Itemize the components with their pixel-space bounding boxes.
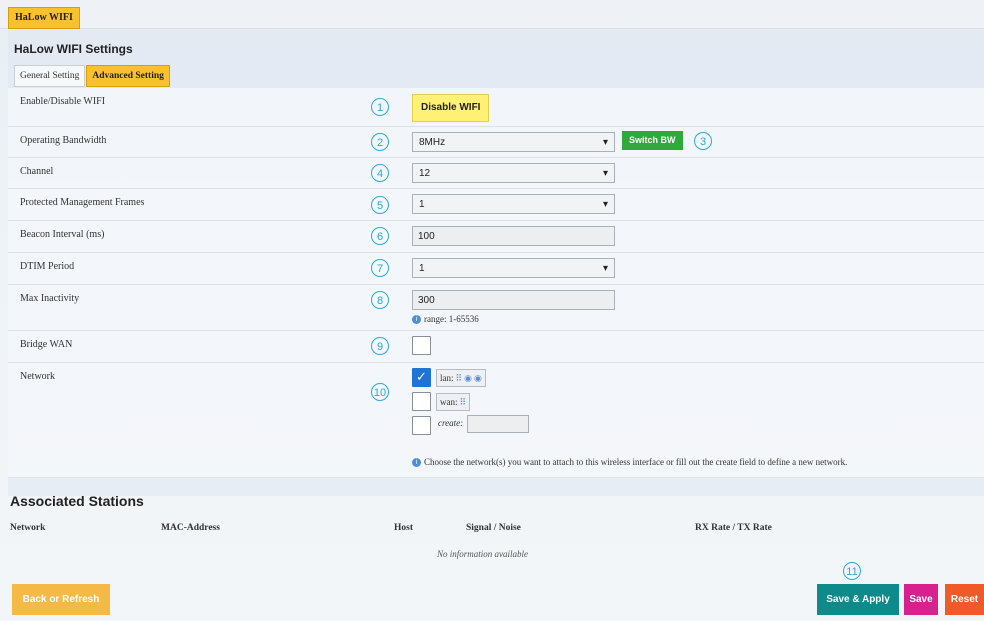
callout-3: 3 — [694, 132, 712, 150]
reset-button[interactable]: Reset — [945, 584, 984, 615]
wan-text: wan: — [440, 397, 458, 407]
col-signal-noise: Signal / Noise — [466, 523, 521, 533]
no-info-text: No information available — [437, 549, 528, 559]
save-apply-button[interactable]: Save & Apply — [817, 584, 899, 615]
network-hint-text: Choose the network(s) you want to attach… — [424, 457, 848, 467]
callout-9: 9 — [371, 337, 389, 355]
label-beacon-interval: Beacon Interval (ms) — [20, 229, 105, 240]
wifi-icon: ◉ — [473, 373, 482, 383]
switch-bw-button[interactable]: Switch BW — [622, 131, 683, 150]
row-channel: Channel 4 12 ▾ — [8, 158, 984, 189]
col-mac-address: MAC-Address — [161, 523, 220, 533]
chevron-down-icon: ▾ — [602, 199, 608, 210]
label-network: Network — [20, 371, 55, 382]
chevron-down-icon: ▾ — [602, 263, 608, 274]
row-max-inactivity: Max Inactivity 8 300 i range: 1-65536 — [8, 285, 984, 331]
page-title: HaLow WIFI Settings — [14, 42, 133, 56]
network-create-checkbox[interactable] — [412, 416, 431, 435]
row-beacon-interval: Beacon Interval (ms) 6 100 — [8, 221, 984, 253]
chevron-down-icon: ▾ — [602, 168, 608, 179]
chevron-down-icon: ▾ — [602, 137, 608, 148]
label-enable-wifi: Enable/Disable WIFI — [20, 96, 106, 107]
network-create-label: create: — [438, 415, 530, 433]
tab-general-setting[interactable]: General Setting — [14, 65, 86, 87]
label-channel: Channel — [20, 166, 54, 177]
label-dtim-period: DTIM Period — [20, 261, 75, 272]
row-dtim-period: DTIM Period 7 1 ▾ — [8, 253, 984, 285]
beacon-interval-input[interactable]: 100 — [412, 226, 615, 246]
dtim-value: 1 — [419, 263, 425, 274]
create-text: create: — [438, 418, 464, 429]
col-rx-tx-rate: RX Rate / TX Rate — [695, 523, 772, 533]
tab-advanced-setting[interactable]: Advanced Setting — [86, 65, 170, 87]
channel-select[interactable]: 12 ▾ — [412, 163, 615, 183]
callout-4: 4 — [371, 164, 389, 182]
callout-11: 11 — [843, 562, 861, 580]
network-lan-checkbox[interactable]: ✓ — [412, 368, 431, 387]
pmf-value: 1 — [419, 199, 425, 210]
create-network-input[interactable] — [467, 415, 530, 433]
associated-stations-title: Associated Stations — [10, 493, 144, 509]
row-enable-wifi: Enable/Disable WIFI 1 Disable WIFI — [8, 88, 984, 127]
inactivity-range-text: range: 1-65536 — [424, 314, 479, 324]
settings-rows: Enable/Disable WIFI 1 Disable WIFI Opera… — [8, 88, 984, 478]
bridge-wan-checkbox[interactable] — [412, 336, 431, 355]
col-network: Network — [10, 523, 46, 533]
tab-halow-wifi[interactable]: HaLow WIFI — [8, 7, 80, 29]
callout-6: 6 — [371, 227, 389, 245]
callout-1: 1 — [371, 98, 389, 116]
label-pmf: Protected Management Frames — [20, 197, 145, 208]
top-tab-bar: HaLow WIFI — [0, 0, 984, 29]
row-bridge-wan: Bridge WAN 9 — [8, 331, 984, 363]
back-refresh-button[interactable]: Back or Refresh — [12, 584, 110, 615]
subtab-bar: General Setting Advanced Setting — [14, 65, 171, 87]
channel-value: 12 — [419, 168, 431, 179]
save-button[interactable]: Save — [904, 584, 938, 615]
network-icon: ⠿ — [459, 397, 467, 407]
label-bridge-wan: Bridge WAN — [20, 339, 73, 350]
dtim-select[interactable]: 1 ▾ — [412, 258, 615, 278]
row-operating-bandwidth: Operating Bandwidth 2 8MHz ▾ Switch BW 3 — [8, 127, 984, 158]
inactivity-hint: i range: 1-65536 — [412, 314, 479, 325]
label-max-inactivity: Max Inactivity — [20, 293, 80, 304]
network-lan-label: lan: ⠿ ◉ ◉ — [436, 369, 486, 387]
network-icon: ⠿ — [455, 373, 463, 383]
callout-2: 2 — [371, 133, 389, 151]
callout-8: 8 — [371, 291, 389, 309]
network-hint: i Choose the network(s) you want to attac… — [412, 457, 848, 468]
network-wan-checkbox[interactable] — [412, 392, 431, 411]
wifi-icon: ◉ — [464, 373, 472, 383]
callout-10: 10 — [371, 383, 389, 401]
label-operating-bandwidth: Operating Bandwidth — [20, 135, 107, 146]
callout-5: 5 — [371, 196, 389, 214]
info-icon: i — [412, 458, 421, 468]
info-icon: i — [412, 315, 421, 325]
pmf-select[interactable]: 1 ▾ — [412, 194, 615, 214]
max-inactivity-input[interactable]: 300 — [412, 290, 615, 310]
row-network: Network 10 ✓ lan: ⠿ ◉ ◉ wan: ⠿ create: i Choo… — [8, 363, 984, 478]
disable-wifi-button[interactable]: Disable WIFI — [412, 94, 490, 122]
bandwidth-value: 8MHz — [419, 137, 446, 148]
lan-text: lan: — [440, 373, 454, 383]
row-pmf: Protected Management Frames 5 1 ▾ — [8, 189, 984, 221]
bandwidth-select[interactable]: 8MHz ▾ — [412, 132, 615, 152]
network-wan-label: wan: ⠿ — [436, 393, 471, 411]
col-host: Host — [394, 523, 413, 533]
settings-panel: HaLow WIFI Settings General Setting Advan… — [8, 30, 984, 496]
callout-7: 7 — [371, 259, 389, 277]
